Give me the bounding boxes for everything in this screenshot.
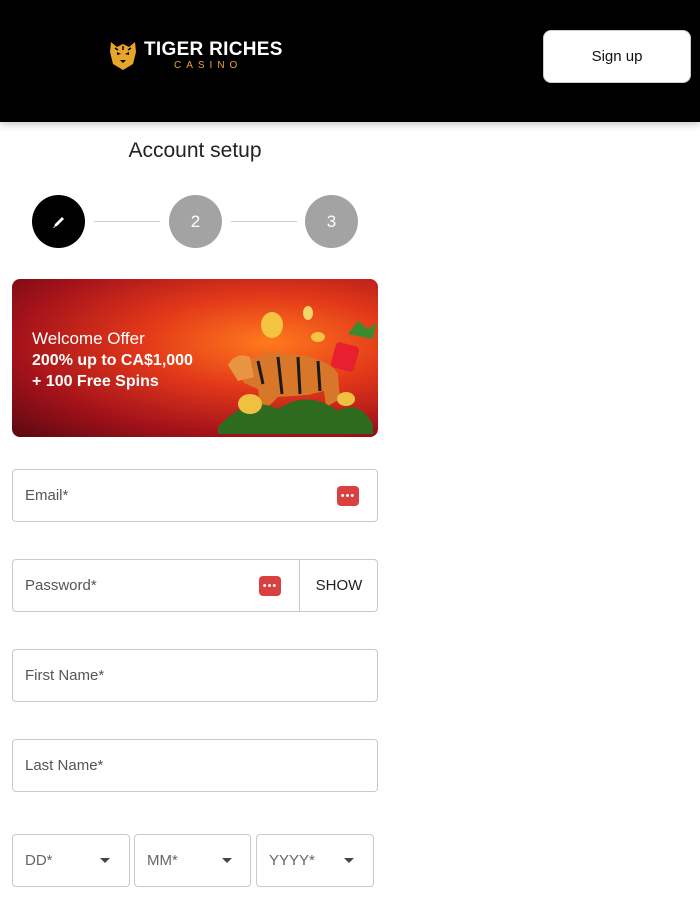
dob-year-select[interactable]: YYYY* bbox=[256, 834, 374, 887]
brand-sub: CASINO bbox=[174, 59, 243, 71]
last-name-input[interactable] bbox=[13, 740, 377, 791]
brand-logo[interactable]: TIGER RICHES CASINO bbox=[106, 38, 283, 72]
page-title: Account setup bbox=[128, 139, 262, 162]
site-header: TIGER RICHES CASINO Sign up bbox=[0, 0, 700, 122]
password-manager-icon[interactable]: ••• bbox=[259, 576, 281, 596]
chevron-down-icon bbox=[222, 858, 232, 863]
dob-day-select[interactable]: DD* bbox=[12, 834, 130, 887]
offer-title: Welcome Offer bbox=[32, 329, 145, 348]
dob-day-label: DD* bbox=[25, 852, 53, 869]
brand-name: TIGER RICHES bbox=[144, 38, 283, 60]
dob-month-select[interactable]: MM* bbox=[134, 834, 251, 887]
password-field[interactable]: ••• SHOW bbox=[12, 559, 378, 612]
signup-button[interactable]: Sign up bbox=[543, 30, 691, 83]
step-connector bbox=[231, 221, 297, 222]
tiger-illustration bbox=[218, 306, 376, 434]
step-indicator: 2 3 bbox=[32, 195, 358, 248]
show-password-button[interactable]: SHOW bbox=[299, 560, 378, 611]
email-field[interactable]: ••• bbox=[12, 469, 378, 522]
dob-month-label: MM* bbox=[147, 852, 178, 869]
first-name-input[interactable] bbox=[13, 650, 377, 701]
step-1-active bbox=[32, 195, 85, 248]
password-manager-icon[interactable]: ••• bbox=[337, 486, 359, 506]
step-3: 3 bbox=[305, 195, 358, 248]
email-input[interactable] bbox=[13, 470, 377, 521]
chevron-down-icon bbox=[100, 858, 110, 863]
pencil-icon bbox=[52, 216, 64, 228]
offer-bonus: 200% up to CA$1,000 bbox=[32, 352, 193, 369]
last-name-field[interactable] bbox=[12, 739, 378, 792]
chevron-down-icon bbox=[344, 858, 354, 863]
tiger-logo-icon bbox=[110, 42, 136, 70]
dob-year-label: YYYY* bbox=[269, 852, 315, 869]
step-connector bbox=[94, 221, 160, 222]
welcome-offer-banner: Welcome Offer 200% up to CA$1,000 + 100 … bbox=[12, 279, 378, 437]
first-name-field[interactable] bbox=[12, 649, 378, 702]
step-2: 2 bbox=[169, 195, 222, 248]
offer-spins: + 100 Free Spins bbox=[32, 373, 159, 390]
